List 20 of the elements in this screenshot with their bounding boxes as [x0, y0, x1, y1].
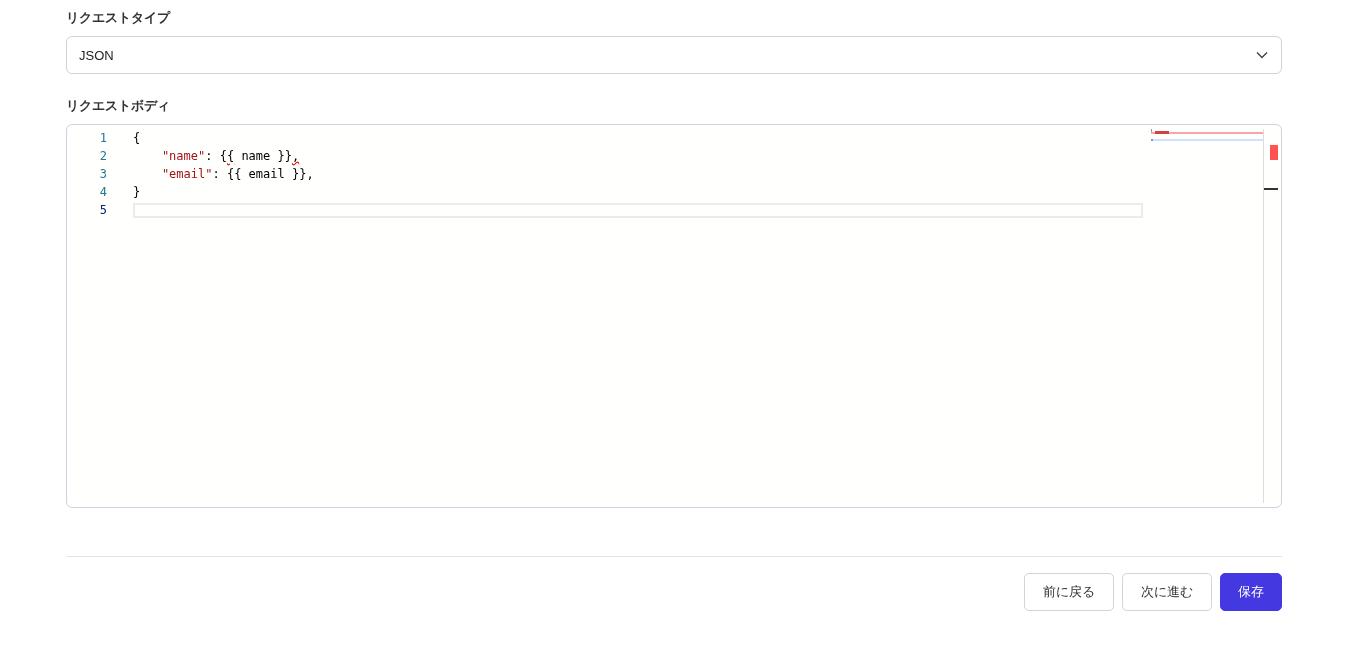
field-label: リクエストボディ: [66, 97, 171, 115]
error-marker-icon: [1270, 145, 1278, 160]
cursor-marker-icon: [1264, 188, 1278, 190]
nav-button[interactable]: 前に戻る: [1024, 573, 1114, 611]
code-line: }: [133, 185, 141, 199]
line-number: 5: [98, 203, 107, 217]
save-button[interactable]: 保存: [1220, 573, 1282, 611]
line-number: 2: [98, 149, 107, 163]
code-line: "email": {{ email }},: [160, 167, 314, 181]
code-editor[interactable]: 1 { 2 "name": {{ name }}, 3 "email": {{ email }}, 4 } 5: [66, 124, 1282, 508]
line-number: 1: [98, 131, 107, 145]
nav-button[interactable]: 次に進む: [1122, 573, 1212, 611]
code-line: "name": {{ name }},: [160, 149, 300, 163]
chevron-down-icon: [1256, 51, 1268, 59]
scrollbar[interactable]: [1263, 129, 1278, 503]
field-label: リクエストタイプ: [66, 9, 172, 27]
code-line: {: [133, 131, 141, 145]
line-number: 3: [98, 167, 107, 181]
line-number: 4: [98, 185, 107, 199]
request-type-select[interactable]: JSON: [66, 36, 1282, 74]
